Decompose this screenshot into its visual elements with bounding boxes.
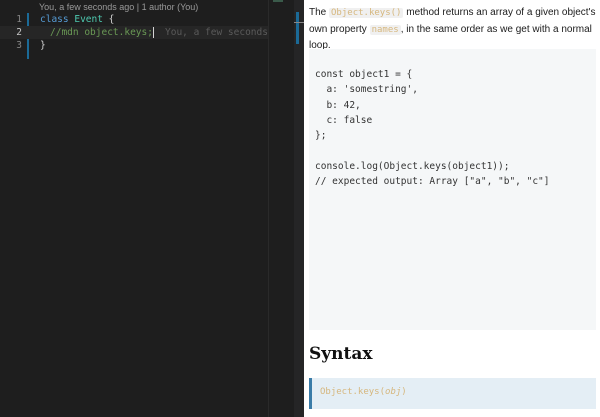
minimap-content [273,0,283,2]
line-number: 2 [16,27,22,38]
cursor-marker [294,22,304,23]
text-cursor [152,27,154,38]
example-code-block: const object1 = { a: 'somestring', b: 42… [309,49,596,330]
intro-paragraph: The Object.keys() method returns an arra… [309,5,599,54]
class-name: Event [74,14,103,25]
comment: //mdn object.keys; [50,27,153,38]
syntax-code-block: Object.keys(obj) [309,378,596,409]
text: ) [401,387,407,397]
code-editor[interactable]: You, a few seconds ago | 1 author (You) … [0,0,296,417]
code-line-1[interactable]: 1 class Event { [0,13,268,26]
brace: { [102,14,115,25]
code-line-2[interactable]: 2 //mdn object.keys; You, a few seconds … [0,26,291,39]
parameter: obj [385,387,402,397]
text: Object.keys( [320,387,386,397]
minimap[interactable] [268,0,296,417]
line-number: 3 [16,40,22,51]
syntax-heading: Syntax [309,344,373,364]
scroll-thumb[interactable] [296,12,299,44]
code-line-3[interactable]: 3 } [0,39,268,52]
text: The [309,7,330,18]
editor-scrollbar[interactable] [294,0,304,417]
inline-code: Object.keys() [329,8,404,18]
inline-code: names [369,24,401,35]
keyword: class [40,14,69,25]
brace: } [40,40,46,51]
documentation-pane: The Object.keys() method returns an arra… [304,0,600,417]
codelens-blame[interactable]: You, a few seconds ago | 1 author (You) [39,2,198,12]
line-number: 1 [16,14,22,25]
